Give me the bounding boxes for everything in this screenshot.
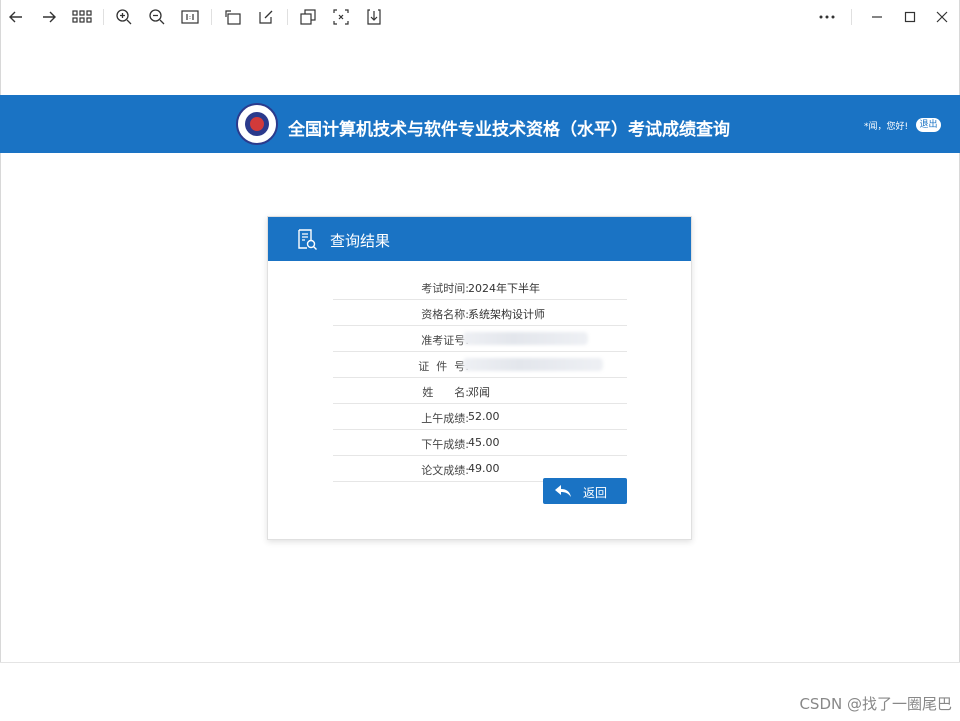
row-value: 45.00 bbox=[468, 436, 500, 449]
table-row: 下午成绩: 45.00 bbox=[333, 430, 627, 456]
table-row: 上午成绩: 52.00 bbox=[333, 404, 627, 430]
result-card-title: 查询结果 bbox=[330, 232, 391, 250]
back-button[interactable]: 返回 bbox=[543, 478, 627, 504]
toolbar-divider bbox=[851, 9, 852, 25]
table-row: 证 件 号: bbox=[333, 352, 627, 378]
toolbar-divider bbox=[103, 9, 104, 25]
table-row: 资格名称: 系统架构设计师 bbox=[333, 300, 627, 326]
actual-size-icon[interactable] bbox=[179, 6, 201, 28]
row-label: 姓 名: bbox=[422, 386, 469, 399]
minimize-icon[interactable] bbox=[866, 6, 888, 28]
close-icon[interactable] bbox=[931, 6, 953, 28]
rotate-icon[interactable] bbox=[222, 6, 244, 28]
forward-arrow-icon[interactable] bbox=[38, 6, 60, 28]
grid-icon[interactable] bbox=[71, 6, 93, 28]
table-row: 姓 名: 邓闻 bbox=[333, 378, 627, 404]
more-icon[interactable] bbox=[816, 6, 838, 28]
row-label: 论文成绩: bbox=[421, 464, 469, 477]
zoom-in-icon[interactable] bbox=[113, 6, 135, 28]
row-value: 邓闻 bbox=[468, 386, 490, 399]
row-value: 52.00 bbox=[468, 410, 500, 423]
exam-logo bbox=[236, 103, 278, 145]
row-label: 准考证号: bbox=[421, 334, 469, 347]
row-label: 资格名称: bbox=[421, 308, 469, 321]
redacted-value bbox=[463, 358, 603, 371]
watermark: CSDN @找了一圈尾巴 bbox=[799, 695, 952, 713]
row-label: 下午成绩: bbox=[421, 438, 469, 451]
copy-icon[interactable] bbox=[297, 6, 319, 28]
toolbar-divider bbox=[211, 9, 212, 25]
redacted-value bbox=[463, 332, 588, 345]
result-card-header: 查询结果 bbox=[268, 217, 691, 261]
result-table: 考试时间: 2024年下半年 资格名称: 系统架构设计师 准考证号: 证 件 号… bbox=[333, 274, 627, 482]
edit-icon[interactable] bbox=[255, 6, 277, 28]
reply-arrow-icon bbox=[555, 485, 571, 497]
back-arrow-icon[interactable] bbox=[5, 6, 27, 28]
maximize-icon[interactable] bbox=[899, 6, 921, 28]
row-label: 考试时间: bbox=[421, 282, 469, 295]
zoom-out-icon[interactable] bbox=[146, 6, 168, 28]
table-row: 准考证号: bbox=[333, 326, 627, 352]
toolbar-divider bbox=[287, 9, 288, 25]
row-value: 49.00 bbox=[468, 462, 500, 475]
table-row: 考试时间: 2024年下半年 bbox=[333, 274, 627, 300]
logout-button[interactable]: 退出 bbox=[916, 118, 941, 132]
row-value: 系统架构设计师 bbox=[468, 308, 545, 321]
user-greeting: *闻，您好! bbox=[864, 122, 909, 132]
row-label: 上午成绩: bbox=[421, 412, 469, 425]
site-title: 全国计算机技术与软件专业技术资格（水平）考试成绩查询 bbox=[288, 120, 730, 140]
image-viewer-toolbar bbox=[0, 0, 960, 34]
result-card: 查询结果 考试时间: 2024年下半年 资格名称: 系统架构设计师 准考证号: … bbox=[267, 216, 692, 540]
crop-icon[interactable] bbox=[330, 6, 352, 28]
row-value: 2024年下半年 bbox=[468, 282, 540, 295]
download-icon[interactable] bbox=[363, 6, 385, 28]
document-search-icon bbox=[296, 228, 318, 254]
row-label: 证 件 号: bbox=[418, 360, 469, 373]
back-button-label: 返回 bbox=[583, 486, 608, 500]
logo-center bbox=[250, 117, 264, 131]
